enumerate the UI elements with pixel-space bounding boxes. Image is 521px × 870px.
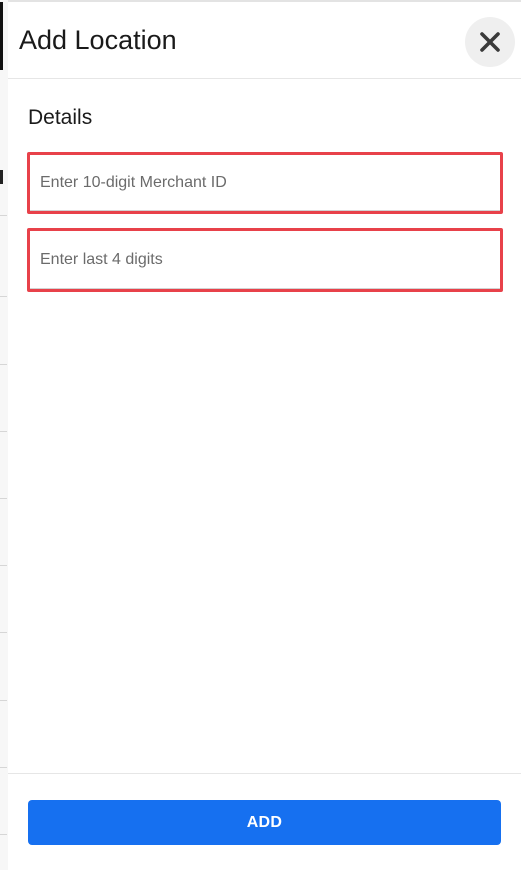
panel-footer: ADD	[8, 773, 521, 870]
background-divider	[0, 215, 7, 216]
background-divider	[0, 565, 7, 566]
background-edge-mark	[0, 2, 3, 70]
background-divider	[0, 431, 7, 432]
background-divider	[0, 364, 7, 365]
close-button[interactable]	[465, 17, 515, 67]
background-divider	[0, 767, 7, 768]
page: Add Location Details ADD	[0, 0, 521, 870]
background-divider	[0, 498, 7, 499]
panel-title: Add Location	[19, 25, 177, 55]
details-heading: Details	[28, 106, 93, 129]
add-location-panel: Add Location Details ADD	[8, 0, 521, 870]
background-divider	[0, 700, 7, 701]
background-edge-mark	[0, 170, 3, 184]
last-four-field-wrapper	[27, 228, 503, 292]
merchant-id-input[interactable]	[30, 155, 500, 211]
background-divider	[0, 834, 7, 835]
last-four-digits-input[interactable]	[30, 231, 500, 289]
close-icon	[480, 32, 500, 52]
merchant-id-field-wrapper	[27, 152, 503, 214]
background-divider	[0, 296, 7, 297]
panel-header: Add Location	[8, 2, 521, 79]
add-button[interactable]: ADD	[28, 800, 501, 845]
background-divider	[0, 632, 7, 633]
